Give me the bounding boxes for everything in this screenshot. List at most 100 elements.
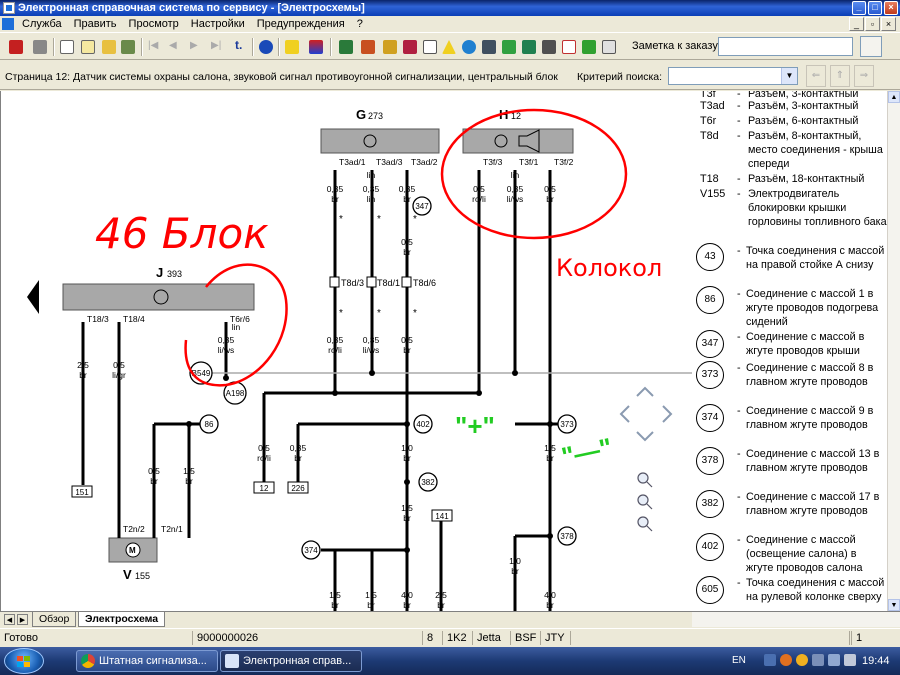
car-service-icon[interactable]	[539, 37, 559, 57]
globe-icon[interactable]	[459, 37, 479, 57]
search-criteria-select[interactable]: ▼	[668, 67, 798, 85]
first-page-icon[interactable]: |◀	[145, 37, 165, 57]
menu-help[interactable]: ?	[351, 16, 369, 33]
vehicle-icon[interactable]	[519, 37, 539, 57]
zoom-out-icon[interactable]	[637, 516, 649, 528]
wire-size: 1,5	[401, 503, 413, 513]
tab-wiring[interactable]: Электросхема	[78, 612, 166, 627]
maximize-button[interactable]: □	[868, 1, 882, 15]
language-indicator[interactable]: EN	[732, 655, 746, 666]
ground-label: 86	[205, 420, 214, 429]
wire-size: 0,35	[363, 335, 380, 345]
tools-icon[interactable]	[358, 37, 378, 57]
legend-scrollbar[interactable]: ▲ ▼	[887, 91, 900, 611]
wire-size: 0,5	[113, 360, 125, 370]
component-j393[interactable]	[62, 283, 255, 311]
pen-icon[interactable]	[579, 37, 599, 57]
taskbar-item-app[interactable]: Электронная справ...	[220, 650, 362, 672]
svg-text:*: *	[377, 308, 381, 319]
pan-up-icon[interactable]	[636, 386, 654, 397]
title-bar[interactable]: Электронная справочная система по сервис…	[0, 0, 900, 16]
search-forward-button[interactable]: ⇒	[854, 65, 874, 87]
wire-size: 0,35	[290, 443, 307, 453]
antivirus-icon[interactable]	[780, 654, 792, 666]
component-g273[interactable]	[320, 128, 440, 154]
volume-icon[interactable]	[844, 654, 856, 666]
display-icon[interactable]	[812, 654, 824, 666]
document-grid-icon[interactable]	[599, 37, 619, 57]
exit-icon[interactable]	[6, 37, 26, 57]
book-icon[interactable]	[336, 37, 356, 57]
wire-size: 0,35	[507, 184, 524, 194]
checklist-icon[interactable]	[559, 37, 579, 57]
tab-scroll-left-icon[interactable]: ◀	[4, 614, 15, 625]
disk-icon[interactable]	[479, 37, 499, 57]
horizontal-scrollbar[interactable]	[692, 611, 900, 627]
new-document-icon[interactable]	[57, 37, 77, 57]
component-h12[interactable]	[462, 128, 574, 154]
pan-left-icon[interactable]	[619, 405, 630, 423]
arrow-left-icon[interactable]	[27, 280, 39, 314]
pan-right-icon[interactable]	[662, 405, 673, 423]
zoom-fit-icon[interactable]	[637, 472, 649, 484]
green-book-icon[interactable]	[499, 37, 519, 57]
menu-settings[interactable]: Настройки	[185, 16, 251, 33]
flag-icon[interactable]	[828, 654, 840, 666]
clock[interactable]: 19:44	[862, 655, 890, 667]
menu-edit[interactable]: Править	[68, 16, 123, 33]
tab-scroll-right-icon[interactable]: ▶	[17, 614, 28, 625]
mdi-minimize-button[interactable]: _	[849, 17, 864, 31]
text-page-icon[interactable]: t.	[231, 37, 251, 57]
help-icon[interactable]	[282, 37, 302, 57]
wire-size: 0,5	[401, 335, 413, 345]
search-up-button[interactable]: ⇑	[830, 65, 850, 87]
manual-icon[interactable]	[400, 37, 420, 57]
wire-color: br	[185, 476, 193, 486]
scroll-up-icon[interactable]: ▲	[888, 91, 900, 103]
zoom-in-icon[interactable]	[637, 494, 649, 506]
chevron-down-icon[interactable]: ▼	[781, 68, 797, 84]
terminal-label: 226	[291, 484, 305, 493]
mdi-restore-button[interactable]: ▫	[865, 17, 880, 31]
info-icon[interactable]	[256, 37, 276, 57]
order-note-input[interactable]	[718, 37, 853, 56]
chat-icon[interactable]	[796, 654, 808, 666]
mdi-close-button[interactable]: ×	[881, 17, 896, 31]
print-icon[interactable]	[30, 37, 50, 57]
car-icon[interactable]	[118, 37, 138, 57]
edit-document-icon[interactable]	[78, 37, 98, 57]
network-icon[interactable]	[764, 654, 776, 666]
close-button[interactable]: ×	[884, 1, 898, 15]
status-code: 9000000026	[192, 631, 420, 645]
taskbar-item-browser[interactable]: Штатная сигнализа...	[76, 650, 218, 672]
pin-label: T8d/3	[341, 278, 364, 288]
menu-service[interactable]: Служба	[16, 16, 68, 33]
pin-label: T3f/3	[483, 157, 503, 167]
scroll-down-icon[interactable]: ▼	[888, 599, 900, 611]
status-field: 1K2	[442, 631, 470, 645]
minimize-button[interactable]: _	[852, 1, 866, 15]
folder-icon[interactable]	[99, 37, 119, 57]
menu-warnings[interactable]: Предупреждения	[251, 16, 351, 33]
wrench-icon[interactable]	[380, 37, 400, 57]
menu-view[interactable]: Просмотр	[123, 16, 185, 33]
tab-overview[interactable]: Обзор	[32, 612, 77, 627]
wiring-diagram[interactable]: G 273 H 12 J 393 M V 155 T3ad/1 T3ad/3 T…	[0, 91, 692, 611]
search-back-button[interactable]: ⇐	[806, 65, 826, 87]
mdi-icon[interactable]	[2, 18, 14, 30]
pan-down-icon[interactable]	[636, 431, 654, 442]
pin-label: T18/4	[123, 314, 145, 324]
last-page-icon[interactable]: ▶|	[208, 37, 228, 57]
svg-text:M: M	[129, 546, 136, 555]
terminal-label: 12	[260, 484, 269, 493]
wire-color: li/ws	[363, 345, 380, 355]
list-icon[interactable]	[420, 37, 440, 57]
prev-page-icon[interactable]: ◀	[166, 37, 186, 57]
next-page-icon[interactable]: ▶	[187, 37, 207, 57]
swap-icon[interactable]	[306, 37, 326, 57]
pin-label: T2n/1	[161, 524, 183, 534]
warning-icon[interactable]	[439, 37, 459, 57]
start-button[interactable]	[4, 648, 44, 674]
wire-lin: lin	[367, 170, 376, 180]
order-note-button[interactable]	[860, 36, 882, 57]
